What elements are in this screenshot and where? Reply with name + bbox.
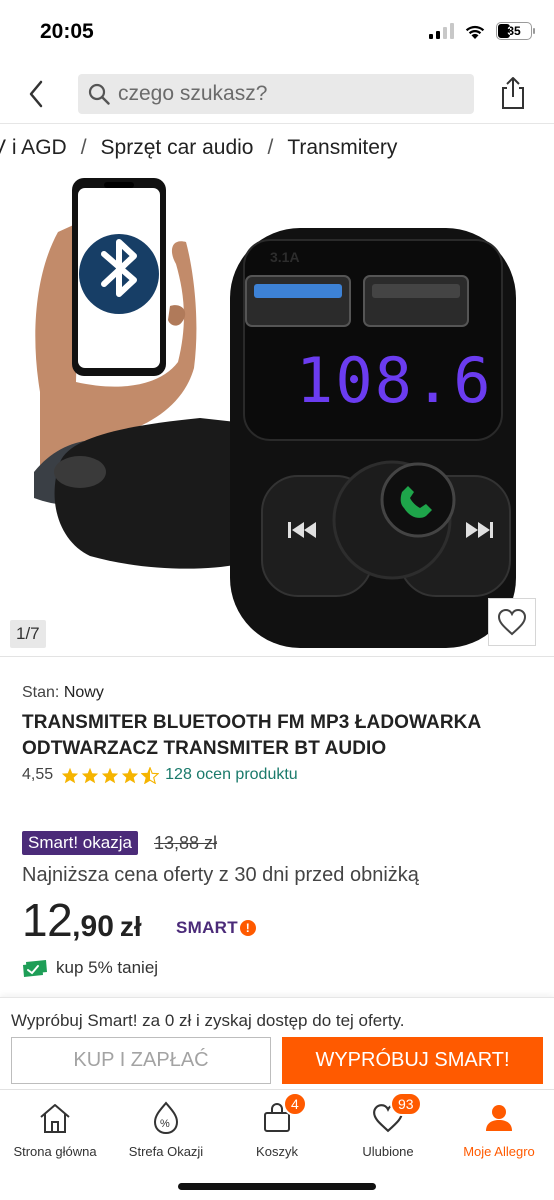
status-icons: 35 xyxy=(429,22,535,40)
breadcrumb-item[interactable]: Transmitery xyxy=(287,136,397,160)
battery-icon: 35 xyxy=(496,22,535,40)
battery-level: 35 xyxy=(507,24,521,38)
share-icon xyxy=(502,77,524,109)
price-decimal: ,90 xyxy=(72,910,114,943)
share-button[interactable] xyxy=(498,76,528,110)
star-half-icon xyxy=(141,766,160,784)
nav-label: Strona główna xyxy=(13,1144,97,1159)
rating-row[interactable]: 4,55 128 ocen produktu xyxy=(22,766,298,784)
breadcrumb: V i AGD / Sprzęt car audio / Transmitery xyxy=(0,136,397,160)
old-price: 13,88 zł xyxy=(154,833,218,853)
search-bar[interactable] xyxy=(78,74,474,114)
divider xyxy=(0,656,554,657)
smart-logo: SMART ! xyxy=(176,918,256,938)
nav-label: Moje Allegro xyxy=(463,1144,535,1159)
nav-label: Koszyk xyxy=(256,1144,298,1159)
home-icon xyxy=(40,1104,70,1133)
condition-label: Stan: xyxy=(22,684,60,701)
search-input[interactable] xyxy=(118,82,448,106)
smart-logo-text: SMART xyxy=(176,918,238,937)
product-image: 3.1A 108.6 xyxy=(34,178,516,648)
search-header xyxy=(0,64,554,124)
discount-text: kup 5% taniej xyxy=(56,958,159,977)
chevron-left-icon xyxy=(29,80,43,108)
condition-value: Nowy xyxy=(63,684,104,701)
reviews-link[interactable]: 128 ocen produktu xyxy=(165,766,298,784)
device-display: 108.6 xyxy=(296,344,493,417)
status-time: 20:05 xyxy=(40,20,94,43)
search-icon xyxy=(88,83,110,105)
current-price: 12 ,90 zł xyxy=(22,893,142,947)
price-integer: 12 xyxy=(22,894,73,946)
cellular-signal-icon xyxy=(429,23,454,39)
cart-count-badge: 4 xyxy=(283,1092,307,1116)
rating-value: 4,55 xyxy=(22,766,54,783)
breadcrumb-separator: / xyxy=(267,136,274,159)
nav-label: Ulubione xyxy=(362,1144,414,1159)
rating-stars xyxy=(61,766,160,784)
port-a-label: 3.1A xyxy=(270,249,300,265)
buy-and-pay-button[interactable]: KUP I ZAPŁAĆ xyxy=(11,1037,271,1084)
nav-item-cart[interactable]: 4 Koszyk xyxy=(222,1092,332,1159)
nav-item-deals[interactable]: % Strefa Okazji xyxy=(111,1098,221,1159)
discount-ticket-icon xyxy=(23,960,47,977)
breadcrumb-separator: / xyxy=(80,136,87,159)
heart-icon xyxy=(497,608,527,636)
percent-tag-icon: % xyxy=(153,1101,179,1135)
smart-cta-sheet: Wypróbuj Smart! za 0 zł i zyskaj dostęp … xyxy=(0,997,554,1089)
multi-buy-discount[interactable]: kup 5% taniej xyxy=(22,958,158,978)
user-icon xyxy=(486,1105,512,1131)
favorites-count-badge: 93 xyxy=(390,1092,422,1116)
price-currency: zł xyxy=(119,911,142,942)
breadcrumb-item[interactable]: Sprzęt car audio xyxy=(101,136,254,160)
cta-info-text: Wypróbuj Smart! za 0 zł i zyskaj dostęp … xyxy=(11,1011,405,1030)
back-button[interactable] xyxy=(20,78,52,110)
status-bar: 20:05 35 xyxy=(0,0,554,64)
product-title: TRANSMITER BLUETOOTH FM MP3 ŁADOWARKA OD… xyxy=(22,712,481,759)
home-indicator xyxy=(178,1183,376,1190)
smart-exclamation-icon: ! xyxy=(239,920,256,936)
star-icon xyxy=(62,767,79,783)
nav-item-my-allegro[interactable]: Moje Allegro xyxy=(444,1098,554,1159)
breadcrumb-item[interactable]: V i AGD xyxy=(0,136,67,160)
product-gallery[interactable]: 3.1A 108.6 1/7 xyxy=(0,172,554,656)
nav-item-home[interactable]: Strona główna xyxy=(0,1098,110,1159)
phone-illustration xyxy=(72,178,166,376)
try-smart-button[interactable]: WYPRÓBUJ SMART! xyxy=(282,1037,543,1084)
star-icon xyxy=(122,767,139,783)
lowest-price-note: Najniższa cena oferty z 30 dni przed obn… xyxy=(22,864,419,886)
smart-deal-badge: Smart! okazja xyxy=(22,831,138,855)
product-condition: Stan: Nowy xyxy=(22,684,104,702)
add-to-wishlist-button[interactable] xyxy=(488,598,536,646)
wifi-icon xyxy=(465,25,485,39)
star-icon xyxy=(82,767,99,783)
svg-text:%: % xyxy=(160,1118,170,1130)
star-icon xyxy=(102,767,119,783)
nav-item-favorites[interactable]: 93 Ulubione xyxy=(333,1092,443,1159)
nav-label: Strefa Okazji xyxy=(128,1144,204,1159)
gallery-counter: 1/7 xyxy=(10,620,46,648)
